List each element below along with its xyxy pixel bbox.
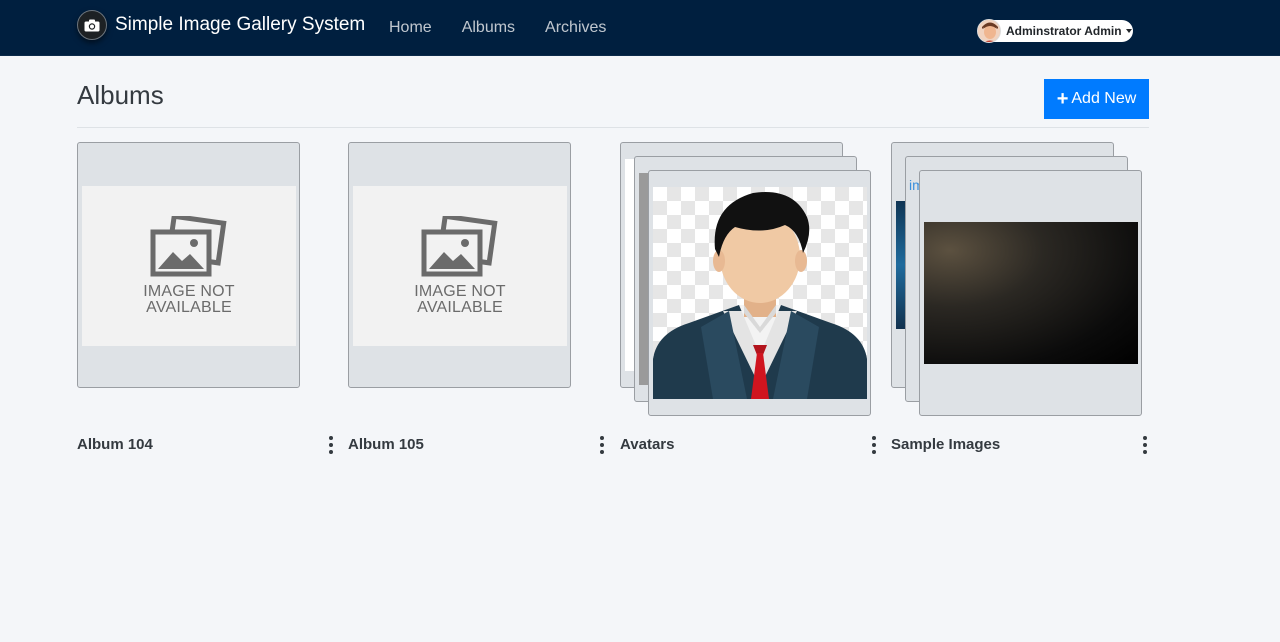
nav-home[interactable]: Home xyxy=(374,19,447,37)
album-thumbnail[interactable]: IMAGE NOT AVAILABLE xyxy=(77,142,300,388)
nav-archives[interactable]: Archives xyxy=(530,19,621,37)
add-new-label: Add New xyxy=(1071,90,1137,107)
album-name[interactable]: Album 104 xyxy=(77,436,153,453)
album-thumbnail[interactable] xyxy=(919,170,1142,416)
brand[interactable]: Simple Image Gallery System xyxy=(77,10,365,40)
album-thumbnail[interactable] xyxy=(648,170,871,416)
avatar xyxy=(977,19,1001,43)
placeholder-text: IMAGE NOT AVAILABLE xyxy=(414,283,506,316)
kebab-vertical-icon[interactable] xyxy=(870,436,878,454)
camera-icon xyxy=(77,10,107,40)
images-icon xyxy=(150,216,227,277)
images-icon xyxy=(421,216,498,277)
album-thumbnail[interactable]: IMAGE NOT AVAILABLE xyxy=(348,142,571,388)
page-title: Albums xyxy=(77,80,164,110)
app-title: Simple Image Gallery System xyxy=(115,14,366,35)
kebab-vertical-icon[interactable] xyxy=(598,436,606,454)
album-name[interactable]: Album 105 xyxy=(348,436,424,453)
album-name[interactable]: Sample Images xyxy=(891,436,1000,453)
album-card[interactable]: img Sample Images xyxy=(891,142,1149,462)
album-card[interactable]: IMAGE NOT AVAILABLE Album 105 xyxy=(348,142,606,462)
user-name: Adminstrator Admin xyxy=(1006,24,1122,38)
sample-image xyxy=(924,222,1138,364)
album-name[interactable]: Avatars xyxy=(620,436,674,453)
user-menu-dropdown[interactable]: Adminstrator Admin xyxy=(977,19,1133,43)
main-nav: Home Albums Archives xyxy=(374,0,621,56)
kebab-vertical-icon[interactable] xyxy=(1141,436,1149,454)
album-card[interactable]: Avatars xyxy=(620,142,878,462)
avatar-image xyxy=(653,187,867,399)
album-card[interactable]: IMAGE NOT AVAILABLE Album 104 xyxy=(77,142,335,462)
nav-albums[interactable]: Albums xyxy=(447,19,530,37)
plus-icon: + xyxy=(1056,88,1069,110)
chevron-down-icon xyxy=(1125,29,1132,33)
placeholder-text: IMAGE NOT AVAILABLE xyxy=(143,283,235,316)
add-new-button[interactable]: + Add New xyxy=(1044,79,1149,119)
image-placeholder: IMAGE NOT AVAILABLE xyxy=(353,186,567,346)
businessman-avatar-icon xyxy=(653,192,867,399)
top-navbar: Simple Image Gallery System Home Albums … xyxy=(0,0,1280,56)
header-divider xyxy=(77,127,1149,128)
kebab-vertical-icon[interactable] xyxy=(327,436,335,454)
image-placeholder: IMAGE NOT AVAILABLE xyxy=(82,186,296,346)
